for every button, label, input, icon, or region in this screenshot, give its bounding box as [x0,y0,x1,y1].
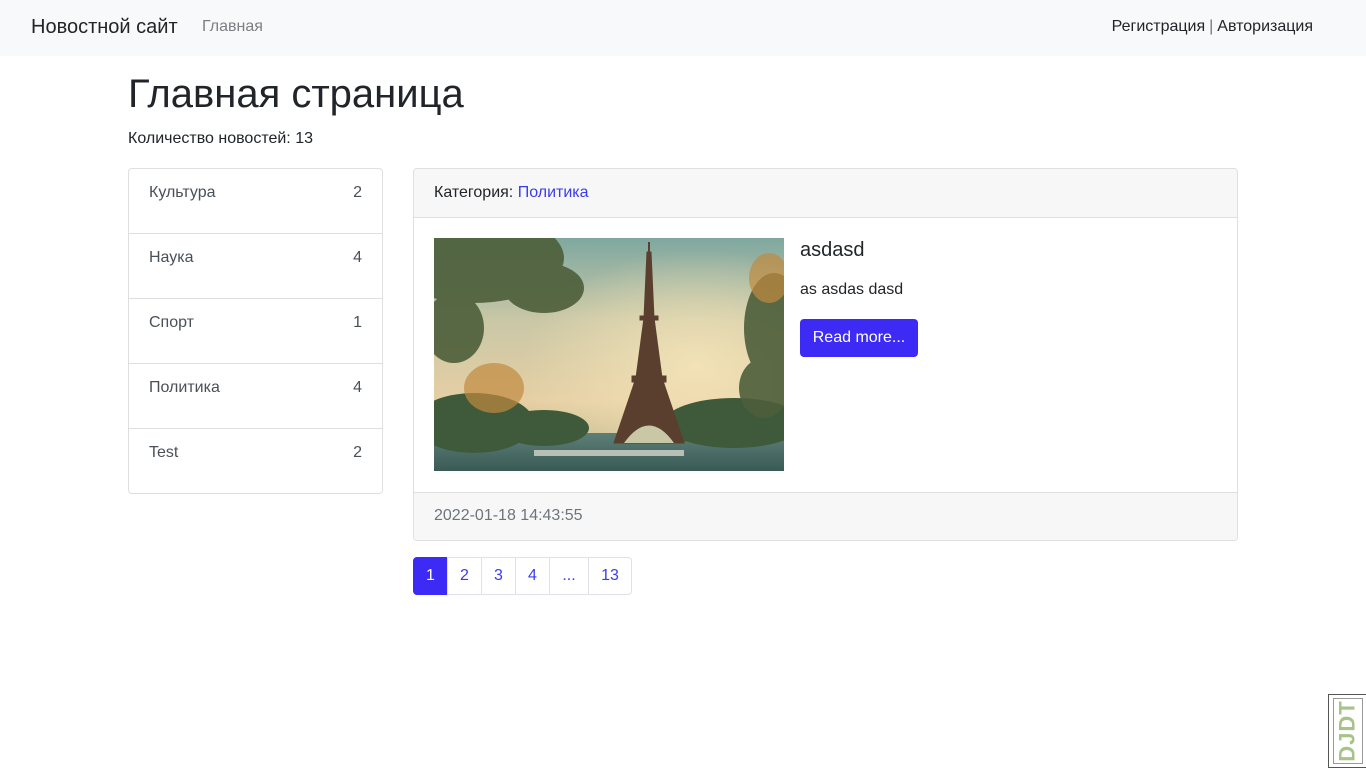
brand-link[interactable]: Новостной сайт [31,16,178,39]
category-name: Test [149,444,179,461]
auth-separator: | [1209,18,1214,35]
category-label: Категория: [434,184,514,201]
category-name: Культура [149,184,216,201]
page-link-1[interactable]: 1 [413,557,448,595]
page-link-2[interactable]: 2 [447,557,482,595]
page-link-4[interactable]: 4 [515,557,550,595]
news-card: Категория: Политика asdasd as asdas dasd… [413,168,1238,541]
register-link[interactable]: Регистрация [1112,18,1206,35]
news-title: asdasd [800,239,865,261]
category-count: 2 [353,184,362,201]
pagination: 1 2 3 4 ... 13 [413,557,632,595]
category-item-sport[interactable]: Спорт 1 [129,299,382,364]
debug-toolbar-label: DJDT [1334,700,1360,762]
category-count: 4 [353,379,362,396]
nav-home-link[interactable]: Главная [202,18,263,36]
page-title: Главная страница [128,72,464,116]
category-count: 1 [353,314,362,331]
category-item-culture[interactable]: Культура 2 [129,169,382,234]
page-link-13[interactable]: 13 [588,557,632,595]
category-name: Спорт [149,314,194,331]
debug-toolbar-handle[interactable]: DJDT [1328,694,1366,768]
read-more-button[interactable]: Read more... [800,319,918,357]
category-count: 2 [353,444,362,461]
login-link[interactable]: Авторизация [1217,18,1313,35]
news-image [434,238,784,471]
category-count: 4 [353,249,362,266]
debug-toolbar-frame: DJDT [1332,698,1363,764]
category-name: Политика [149,379,220,396]
page-link-3[interactable]: 3 [481,557,516,595]
category-item-test[interactable]: Test 2 [129,429,382,493]
navbar: Новостной сайт Главная Регистрация | Автор… [0,0,1366,56]
card-header: Категория: Политика [414,169,1237,218]
news-count: Количество новостей: 13 [128,130,313,147]
category-item-science[interactable]: Наука 4 [129,234,382,299]
category-link[interactable]: Политика [518,184,589,201]
page-link-ellipsis[interactable]: ... [549,557,589,595]
news-text: as asdas dasd [800,281,904,298]
news-date: 2022-01-18 14:43:55 [414,492,1237,540]
auth-links: Регистрация | Авторизация [1112,18,1313,36]
category-list: Культура 2 Наука 4 Спорт 1 Политика 4 Te… [128,168,383,494]
category-item-politics[interactable]: Политика 4 [129,364,382,429]
eiffel-tower-image [434,238,784,471]
category-name: Наука [149,249,194,266]
